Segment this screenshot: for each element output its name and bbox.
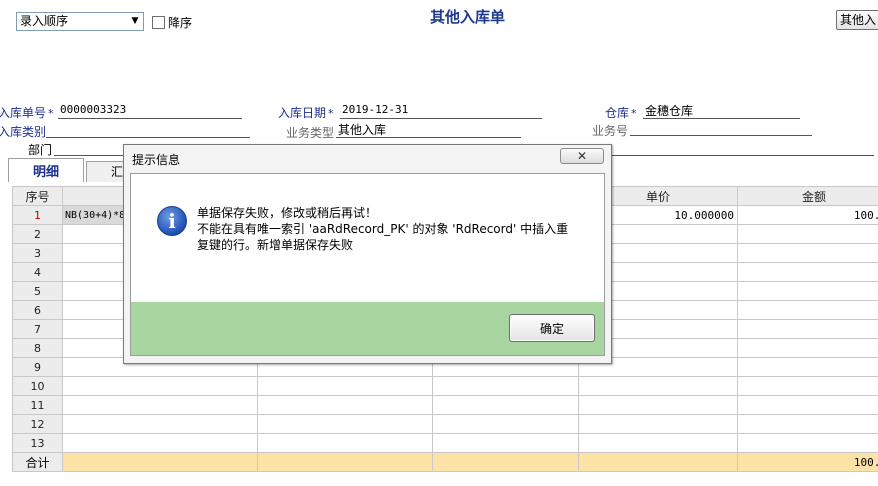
sort-order-select[interactable]: 录入顺序 ▼ <box>16 12 144 31</box>
category-label: 入库类别 <box>0 125 47 139</box>
row-number[interactable]: 7 <box>12 319 63 339</box>
total-row: 合计 100.0 <box>12 452 878 472</box>
grid-cell[interactable] <box>257 414 433 434</box>
grid-cell-amount[interactable] <box>737 414 878 434</box>
sort-order-value: 录入顺序 <box>20 14 69 28</box>
grid-cell[interactable] <box>432 376 579 396</box>
receipt-date-label: 入库日期 * <box>278 106 334 120</box>
grid-cell[interactable] <box>62 433 258 453</box>
other-receipt-button[interactable]: 其他入 <box>836 10 878 30</box>
grid-cell-amount[interactable] <box>737 243 878 263</box>
descending-checkbox[interactable]: 降序 <box>152 14 192 31</box>
row-number[interactable]: 5 <box>12 281 63 301</box>
grid-cell-amount[interactable] <box>737 281 878 301</box>
grid-cell[interactable] <box>62 414 258 434</box>
row-number[interactable]: 8 <box>12 338 63 358</box>
row-number[interactable]: 10 <box>12 376 63 396</box>
grid-cell[interactable] <box>432 433 579 453</box>
row-number[interactable]: 3 <box>12 243 63 263</box>
close-icon: ✕ <box>576 149 588 163</box>
grid-cell-amount[interactable] <box>737 224 878 244</box>
warehouse-underline <box>643 118 800 119</box>
checkbox-box[interactable] <box>152 16 165 29</box>
dialog-title: 提示信息 <box>132 153 181 167</box>
business-type-underline <box>336 137 521 138</box>
category-field[interactable] <box>46 137 250 138</box>
descending-label: 降序 <box>168 16 193 30</box>
total-amount: 100.0 <box>737 452 878 472</box>
dialog-message: 单据保存失败，修改或稍后再试！ 不能在具有唯一索引 'aaRdRecord_PK… <box>197 205 597 253</box>
table-row[interactable]: 11 <box>12 395 878 415</box>
grid-cell-amount[interactable] <box>737 376 878 396</box>
row-number[interactable]: 12 <box>12 414 63 434</box>
grid-cell <box>432 452 579 472</box>
grid-cell[interactable] <box>257 433 433 453</box>
grid-cell-amount[interactable] <box>737 319 878 339</box>
message-line: 复键的行。新增单据保存失败 <box>197 238 354 252</box>
grid-cell-unit-price[interactable] <box>578 395 738 415</box>
grid-cell-unit-price[interactable] <box>578 414 738 434</box>
business-no-field[interactable] <box>630 135 812 136</box>
grid-cell[interactable] <box>257 376 433 396</box>
grid-cell[interactable] <box>257 395 433 415</box>
grid-cell[interactable] <box>432 395 579 415</box>
column-header-seq[interactable]: 序号 <box>12 186 63 206</box>
message-dialog: 提示信息 ✕ i 单据保存失败，修改或稍后再试！ 不能在具有唯一索引 'aaRd… <box>123 144 612 364</box>
receipt-no-label: 入库单号 * <box>0 106 54 120</box>
business-type-value[interactable]: 其他入库 <box>338 121 386 138</box>
right-field-underline <box>612 155 874 156</box>
row-number[interactable]: 9 <box>12 357 63 377</box>
grid-cell[interactable] <box>432 414 579 434</box>
receipt-no-value[interactable]: 0000003323 <box>60 103 126 116</box>
grid-cell[interactable] <box>62 376 258 396</box>
department-label: 部门 <box>28 143 53 157</box>
grid-cell <box>578 452 738 472</box>
business-type-label: 业务类型 <box>286 126 335 140</box>
grid-cell-amount[interactable] <box>737 338 878 358</box>
row-number[interactable]: 6 <box>12 300 63 320</box>
business-no-label: 业务号 <box>592 124 629 138</box>
receipt-date-value[interactable]: 2019-12-31 <box>342 103 408 116</box>
table-row[interactable]: 13 <box>12 433 878 453</box>
page-title: 其他入库单 <box>430 8 506 26</box>
grid-cell-amount[interactable] <box>737 433 878 453</box>
grid-cell[interactable] <box>62 395 258 415</box>
row-number[interactable]: 13 <box>12 433 63 453</box>
message-line: 不能在具有唯一索引 'aaRdRecord_PK' 的对象 'RdRecord'… <box>197 222 569 236</box>
ok-button[interactable]: 确定 <box>509 314 595 342</box>
chevron-down-icon[interactable]: ▼ <box>128 14 142 29</box>
department-field[interactable] <box>54 155 126 156</box>
receipt-date-underline <box>340 118 542 119</box>
grid-cell <box>62 452 258 472</box>
column-header-amount[interactable]: 金额 <box>737 186 878 206</box>
table-row[interactable]: 10 <box>12 376 878 396</box>
row-number[interactable]: 2 <box>12 224 63 244</box>
warehouse-label: 仓库 * <box>605 106 637 120</box>
row-number[interactable]: 1 <box>12 205 63 225</box>
receipt-no-underline <box>58 118 242 119</box>
row-number[interactable]: 4 <box>12 262 63 282</box>
grid-cell-amount[interactable]: 100.0 <box>737 205 878 225</box>
table-row[interactable]: 12 <box>12 414 878 434</box>
tab-detail[interactable]: 明细 <box>8 158 84 182</box>
grid-cell-unit-price[interactable] <box>578 376 738 396</box>
grid-cell-amount[interactable] <box>737 357 878 377</box>
grid-cell <box>257 452 433 472</box>
dialog-body: i 单据保存失败，修改或稍后再试！ 不能在具有唯一索引 'aaRdRecord_… <box>130 173 605 356</box>
info-icon: i <box>157 206 187 236</box>
grid-cell-amount[interactable] <box>737 300 878 320</box>
grid-cell-unit-price[interactable] <box>578 433 738 453</box>
message-line: 单据保存失败，修改或稍后再试！ <box>197 206 378 220</box>
close-button[interactable]: ✕ <box>560 148 604 164</box>
row-number[interactable]: 11 <box>12 395 63 415</box>
total-label: 合计 <box>12 452 63 472</box>
grid-cell-amount[interactable] <box>737 395 878 415</box>
grid-cell-amount[interactable] <box>737 262 878 282</box>
warehouse-value[interactable]: 金穗仓库 <box>645 102 693 119</box>
